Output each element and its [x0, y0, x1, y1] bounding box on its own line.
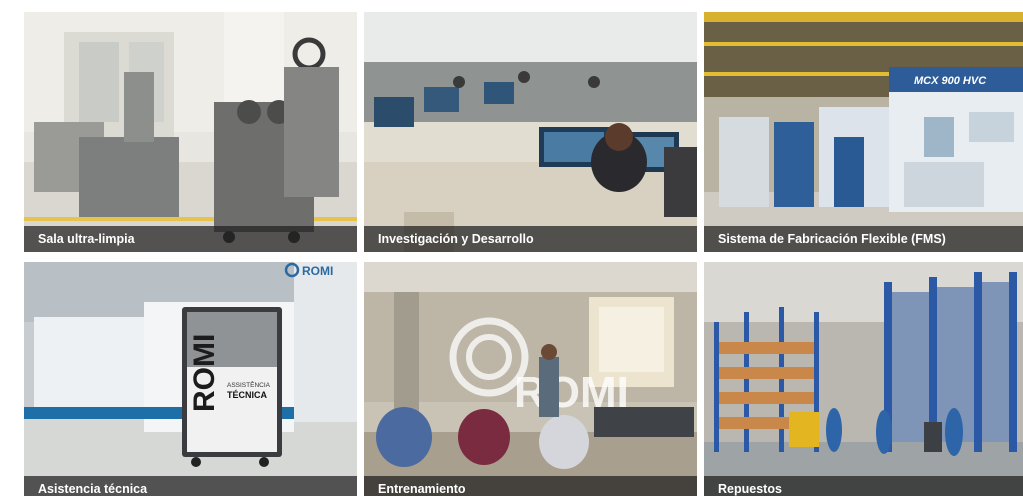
- spare-parts-warehouse-photo: [704, 262, 1023, 496]
- sign-line1: ASSISTÊNCIA: [227, 380, 271, 389]
- gallery-tile-spare-parts[interactable]: Repuestos: [704, 262, 1023, 496]
- facility-gallery: Sala ultra-limpia Investigación y Desarr…: [0, 0, 1023, 496]
- gallery-tile-fms[interactable]: MCX 900 HVC Sistema de Fabricación Flexi…: [704, 12, 1023, 252]
- sign-line2: TÉCNICA: [227, 390, 267, 400]
- tile-caption-cleanroom: Sala ultra-limpia: [24, 226, 357, 252]
- tile-caption-research: Investigación y Desarrollo: [364, 226, 697, 252]
- gallery-tile-technical-assistance[interactable]: ROMI ROMI ASSISTÊNCIA TÉCNICA Asistencia…: [24, 262, 357, 496]
- wall-brand-text: ROMI: [302, 264, 333, 278]
- technical-assistance-photo: ROMI ROMI ASSISTÊNCIA TÉCNICA: [24, 262, 357, 496]
- tile-caption-spare-parts: Repuestos: [704, 476, 1023, 496]
- fms-plant-photo: MCX 900 HVC: [704, 12, 1023, 252]
- gallery-tile-cleanroom[interactable]: Sala ultra-limpia: [24, 12, 357, 252]
- machine-model-label: MCX 900 HVC: [914, 75, 987, 87]
- tile-caption-technical-assistance: Asistencia técnica: [24, 476, 357, 496]
- sign-brand-text: ROMI: [188, 334, 221, 412]
- tile-caption-training: Entrenamiento: [364, 476, 697, 496]
- gallery-tile-training[interactable]: ROMI Entrenamiento: [364, 262, 697, 496]
- tile-caption-fms: Sistema de Fabricación Flexible (FMS): [704, 226, 1023, 252]
- cleanroom-photo: [24, 12, 357, 252]
- training-room-photo: ROMI: [364, 262, 697, 496]
- gallery-tile-research[interactable]: Investigación y Desarrollo: [364, 12, 697, 252]
- research-office-photo: [364, 12, 697, 252]
